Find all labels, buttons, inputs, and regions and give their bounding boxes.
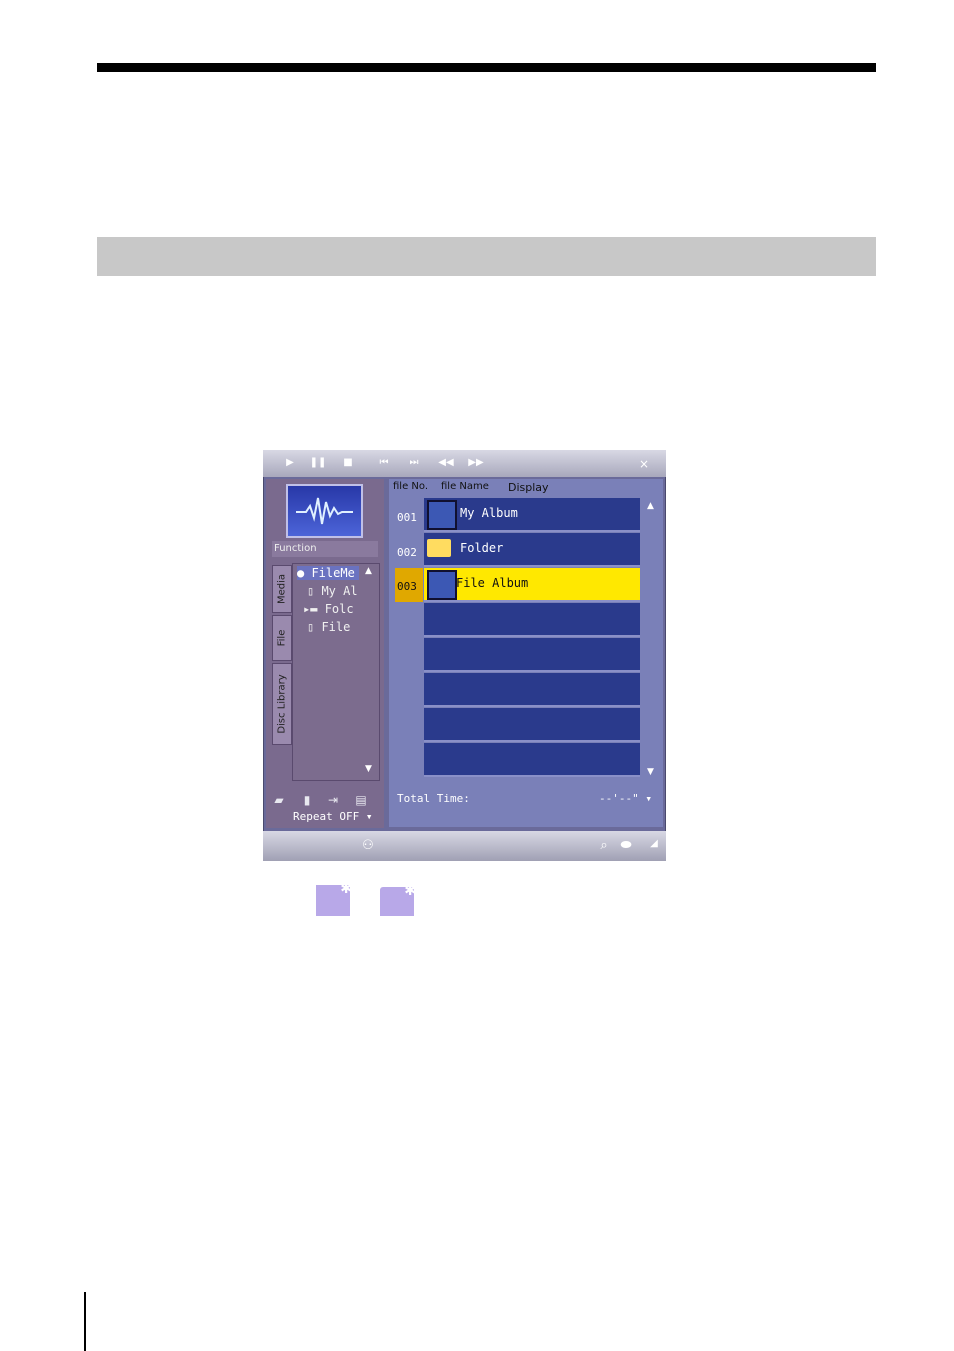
title-bar: ▶ ❚❚ ■ ⏮ ⏭ ◀◀ ▶▶ × (263, 450, 666, 477)
row-label: File Album (456, 576, 529, 590)
margin-line (84, 1292, 86, 1351)
tree-item-album[interactable]: ▯ My Al (307, 584, 367, 598)
resize-grip-icon[interactable]: ◢ (645, 838, 663, 854)
function-label: Function (272, 541, 378, 557)
file-tree[interactable]: ● FileMe ▯ My Al ▸▬ Folc ▯ File ▲ ▼ (292, 563, 380, 781)
col-file-no: file No. (393, 481, 429, 492)
total-time-label: Total Time: (397, 792, 470, 805)
tree-item-folder[interactable]: ▸▬ Folc (303, 602, 369, 616)
col-display: Display (508, 481, 549, 494)
tab-file[interactable]: File (272, 615, 292, 661)
tree-item-file[interactable]: ▯ File (307, 620, 367, 634)
pause-icon[interactable]: ❚❚ (307, 455, 329, 471)
fast-forward-icon[interactable]: ▶▶ (465, 455, 487, 471)
list-item[interactable]: My Album (424, 498, 640, 532)
new-folder-icon: ✱ (380, 883, 416, 916)
waveform-icon (296, 497, 353, 525)
app-window: ▶ ❚❚ ■ ⏮ ⏭ ◀◀ ▶▶ × Function Media File D… (263, 450, 666, 861)
col-file-name: file Name (441, 481, 489, 492)
tools-bar: ▰ ▮ ⇥ ▤ Repeat OFF ▾ (266, 788, 384, 828)
list-item[interactable]: Folder (424, 533, 640, 567)
close-icon[interactable]: × (636, 456, 652, 472)
folder-icon (427, 539, 451, 557)
tab-media[interactable]: Media (272, 565, 292, 613)
list-item[interactable] (424, 743, 640, 777)
scroll-up-icon[interactable]: ▲ (365, 566, 372, 576)
delete-icon[interactable]: ▤ (352, 793, 370, 807)
row-label: Folder (460, 541, 504, 555)
total-time-value: --'--" ▾ (599, 792, 652, 805)
row-label: My Album (460, 506, 518, 520)
function-panel: Function Media File Disc Library ● FileM… (266, 479, 384, 827)
row-number: 002 (397, 546, 417, 559)
scroll-down-icon[interactable]: ▼ (365, 764, 372, 774)
list-item[interactable] (424, 603, 640, 637)
file-list-panel: file No. file Name Display 001 My Album … (389, 479, 663, 827)
row-number: 003 (397, 580, 417, 593)
search-people-icon[interactable]: ⚇ (359, 838, 377, 854)
tree-item-root[interactable]: ● FileMe (297, 566, 359, 580)
skip-back-icon[interactable]: ⏮ (373, 455, 395, 471)
waveform-logo (286, 484, 363, 538)
list-scroll-down-icon[interactable]: ▼ (647, 767, 654, 777)
search-icon[interactable]: ⌕ (595, 838, 613, 854)
repeat-toggle[interactable]: Repeat OFF ▾ (293, 810, 372, 823)
rewind-icon[interactable]: ◀◀ (435, 455, 457, 471)
list-scroll-up-icon[interactable]: ▲ (647, 501, 654, 511)
list-item[interactable] (424, 708, 640, 742)
list-item[interactable] (424, 673, 640, 707)
list-item-selected[interactable]: File Album (424, 568, 640, 602)
row-number: 001 (397, 511, 417, 524)
stop-icon[interactable]: ■ (337, 455, 359, 471)
folder-icon[interactable]: ▰ (270, 793, 288, 807)
album-icon (427, 500, 457, 530)
status-bar: ⚇ ⌕ ⬬ ◢ (263, 831, 666, 861)
eraser-icon[interactable]: ⬬ (617, 838, 635, 854)
new-file-icon: ✱ (316, 881, 352, 916)
play-icon[interactable]: ▶ (279, 455, 301, 471)
list-item[interactable] (424, 638, 640, 672)
move-icon[interactable]: ⇥ (324, 793, 342, 807)
skip-forward-icon[interactable]: ⏭ (403, 455, 425, 471)
top-rule (97, 63, 876, 72)
new-file-icon[interactable]: ▮ (298, 793, 316, 807)
album-icon (427, 570, 457, 600)
tab-disc-library[interactable]: Disc Library (272, 663, 292, 745)
section-band (97, 237, 876, 276)
